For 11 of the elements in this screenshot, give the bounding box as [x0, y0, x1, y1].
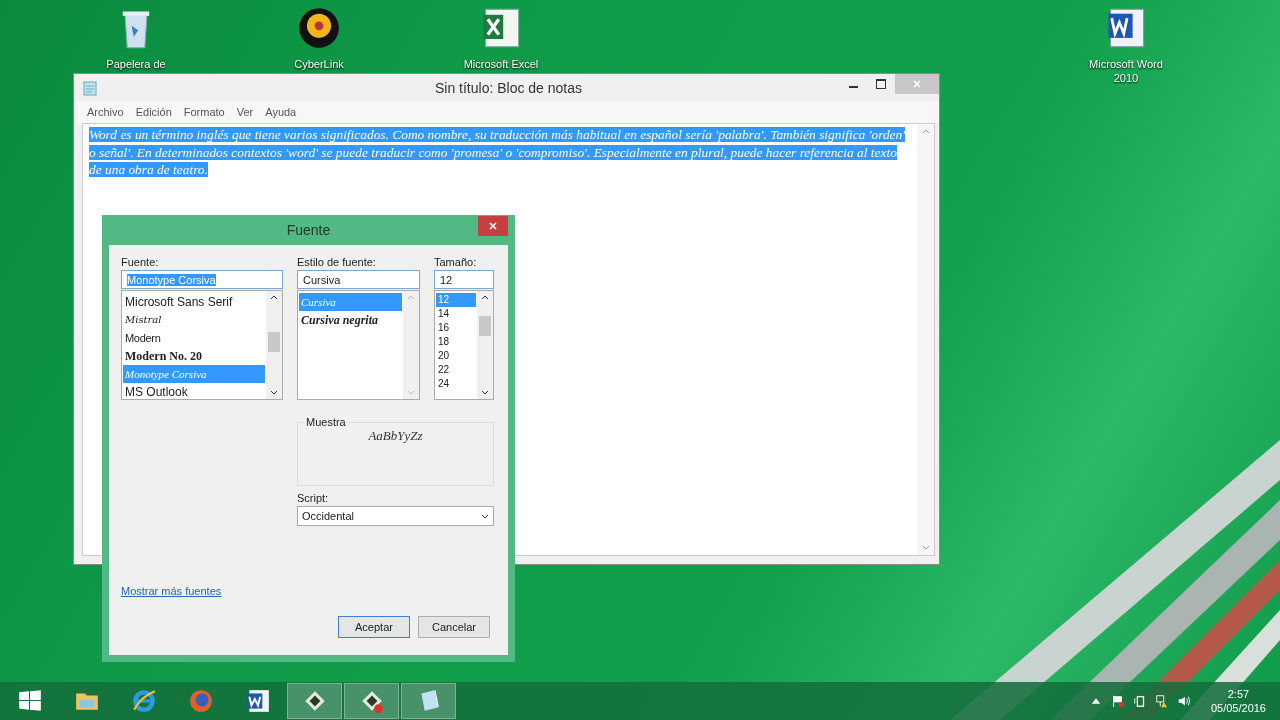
field-label: Tamaño:	[434, 256, 478, 268]
sample-text: AaBbYyZz	[368, 428, 423, 444]
dialog-title: Fuente	[286, 222, 331, 238]
field-label: Script:	[297, 492, 330, 504]
dropdown-value: Occidental	[302, 510, 354, 522]
clock-date: 05/05/2016	[1210, 701, 1266, 715]
group-label: Muestra	[305, 416, 347, 428]
field-label: Fuente:	[121, 256, 160, 268]
field-label: Estilo de fuente:	[297, 256, 377, 268]
clock-time: 2:57	[1227, 687, 1250, 701]
window-title: Sin título: Bloc de notas	[433, 79, 584, 96]
